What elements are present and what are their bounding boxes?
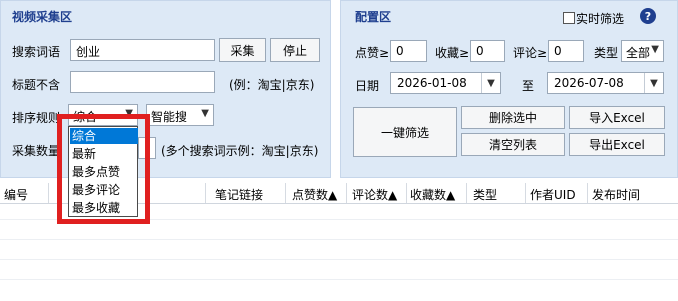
date-to-picker[interactable]: 2026-07-08 ▼ <box>547 72 664 94</box>
stop-button[interactable]: 停止 <box>270 38 320 62</box>
chevron-down-icon: ▼ <box>651 44 659 55</box>
column-divider <box>346 183 347 203</box>
one-click-filter-button[interactable]: 一键筛选 <box>353 107 457 157</box>
column-header-type[interactable]: 类型 <box>473 186 497 203</box>
column-divider <box>587 183 588 203</box>
type-select[interactable]: 全部 ▼ <box>621 40 664 62</box>
help-icon[interactable]: ? <box>640 8 656 24</box>
realtime-filter-checkbox[interactable] <box>563 12 575 24</box>
comments-input[interactable]: 0 <box>548 40 584 62</box>
title-exclude-input[interactable] <box>70 71 215 93</box>
favorites-input[interactable]: 0 <box>470 40 505 62</box>
favorites-label: 收藏≥ <box>435 46 470 60</box>
clear-list-button[interactable]: 清空列表 <box>461 133 565 156</box>
date-label: 日期 <box>355 79 380 93</box>
likes-label: 点赞≥ <box>355 46 390 60</box>
collect-count-label: 采集数量 <box>12 144 61 158</box>
date-from-value: 2026-01-08 <box>397 76 467 90</box>
column-header-id[interactable]: 编号 <box>4 186 28 203</box>
smart-search-value: 智能搜 <box>151 110 188 124</box>
export-excel-button[interactable]: 导出Excel <box>569 133 665 156</box>
multi-search-hint: (多个搜索词示例：淘宝|京东) <box>161 144 319 158</box>
column-header-publish-time[interactable]: 发布时间 <box>592 186 640 203</box>
to-label: 至 <box>522 79 535 93</box>
date-to-value: 2026-07-08 <box>554 76 624 90</box>
smart-search-select[interactable]: 智能搜 ▼ <box>146 104 214 126</box>
import-excel-button[interactable]: 导入Excel <box>569 106 665 129</box>
column-divider <box>466 183 467 203</box>
column-divider <box>205 183 206 203</box>
date-from-picker[interactable]: 2026-01-08 ▼ <box>390 72 501 94</box>
table-row-line <box>0 279 678 280</box>
search-label: 搜索词语 <box>12 45 61 59</box>
column-divider <box>406 183 407 203</box>
chevron-down-icon: ▼ <box>201 108 209 119</box>
title-exclude-hint: (例：淘宝|京东) <box>229 78 315 92</box>
column-header-likes[interactable]: 点赞数▲ <box>292 186 337 203</box>
chevron-down-icon[interactable]: ▼ <box>481 73 500 93</box>
chevron-down-icon[interactable]: ▼ <box>644 73 663 93</box>
title-exclude-label: 标题不含 <box>12 78 61 92</box>
table-row-line <box>0 259 678 260</box>
column-divider <box>285 183 286 203</box>
column-divider <box>48 183 49 203</box>
highlight-annotation-box <box>57 114 150 224</box>
collect-button[interactable]: 采集 <box>219 38 266 62</box>
column-header-author-uid[interactable]: 作者UID <box>530 186 576 203</box>
config-panel-title: 配置区 <box>355 10 392 24</box>
type-select-value: 全部 <box>626 46 651 60</box>
column-header-note-link[interactable]: 笔记链接 <box>215 186 263 203</box>
realtime-filter-label: 实时筛选 <box>576 12 625 26</box>
video-collect-panel-title: 视频采集区 <box>12 10 73 24</box>
table-row-line <box>0 239 678 240</box>
search-input[interactable]: 创业 <box>70 39 215 61</box>
comments-label: 评论≥ <box>513 46 548 60</box>
type-label: 类型 <box>594 46 619 60</box>
column-divider <box>525 183 526 203</box>
likes-input[interactable]: 0 <box>390 40 427 62</box>
column-header-favorites[interactable]: 收藏数▲ <box>410 186 455 203</box>
delete-selected-button[interactable]: 删除选中 <box>461 106 565 129</box>
sort-label: 排序规则 <box>12 111 61 125</box>
column-header-comments[interactable]: 评论数▲ <box>352 186 397 203</box>
